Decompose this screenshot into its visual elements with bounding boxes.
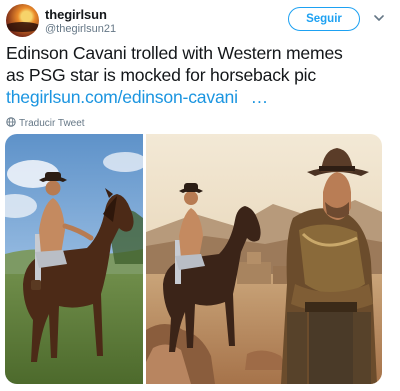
man-on-horse-photo[interactable] [5,134,147,384]
user-handle[interactable]: @thegirlsun21 [45,23,116,35]
western-meme-photo[interactable] [146,134,382,384]
display-name[interactable]: thegirlsun [45,7,107,22]
tweet-header: thegirlsun @thegirlsun21 Seguir [6,4,394,38]
article-link[interactable]: thegirlsun.com/edinson-cavani [6,87,238,107]
globe-icon [6,117,16,127]
translate-tweet-link[interactable]: Traducir Tweet [6,117,85,129]
link-ellipsis[interactable]: … [251,87,269,107]
translate-label: Traducir Tweet [19,118,85,129]
tweet-text: Edinson Cavani trolled with Western meme… [6,42,396,108]
tweet-text-line-1: Edinson Cavani trolled with Western meme… [6,43,343,63]
tweet-text-line-2: as PSG star is mocked for horseback pic [6,65,316,85]
tweet-media [5,134,382,384]
avatar[interactable] [6,4,39,37]
follow-button[interactable]: Seguir [288,7,360,31]
chevron-down-icon[interactable] [372,11,386,25]
